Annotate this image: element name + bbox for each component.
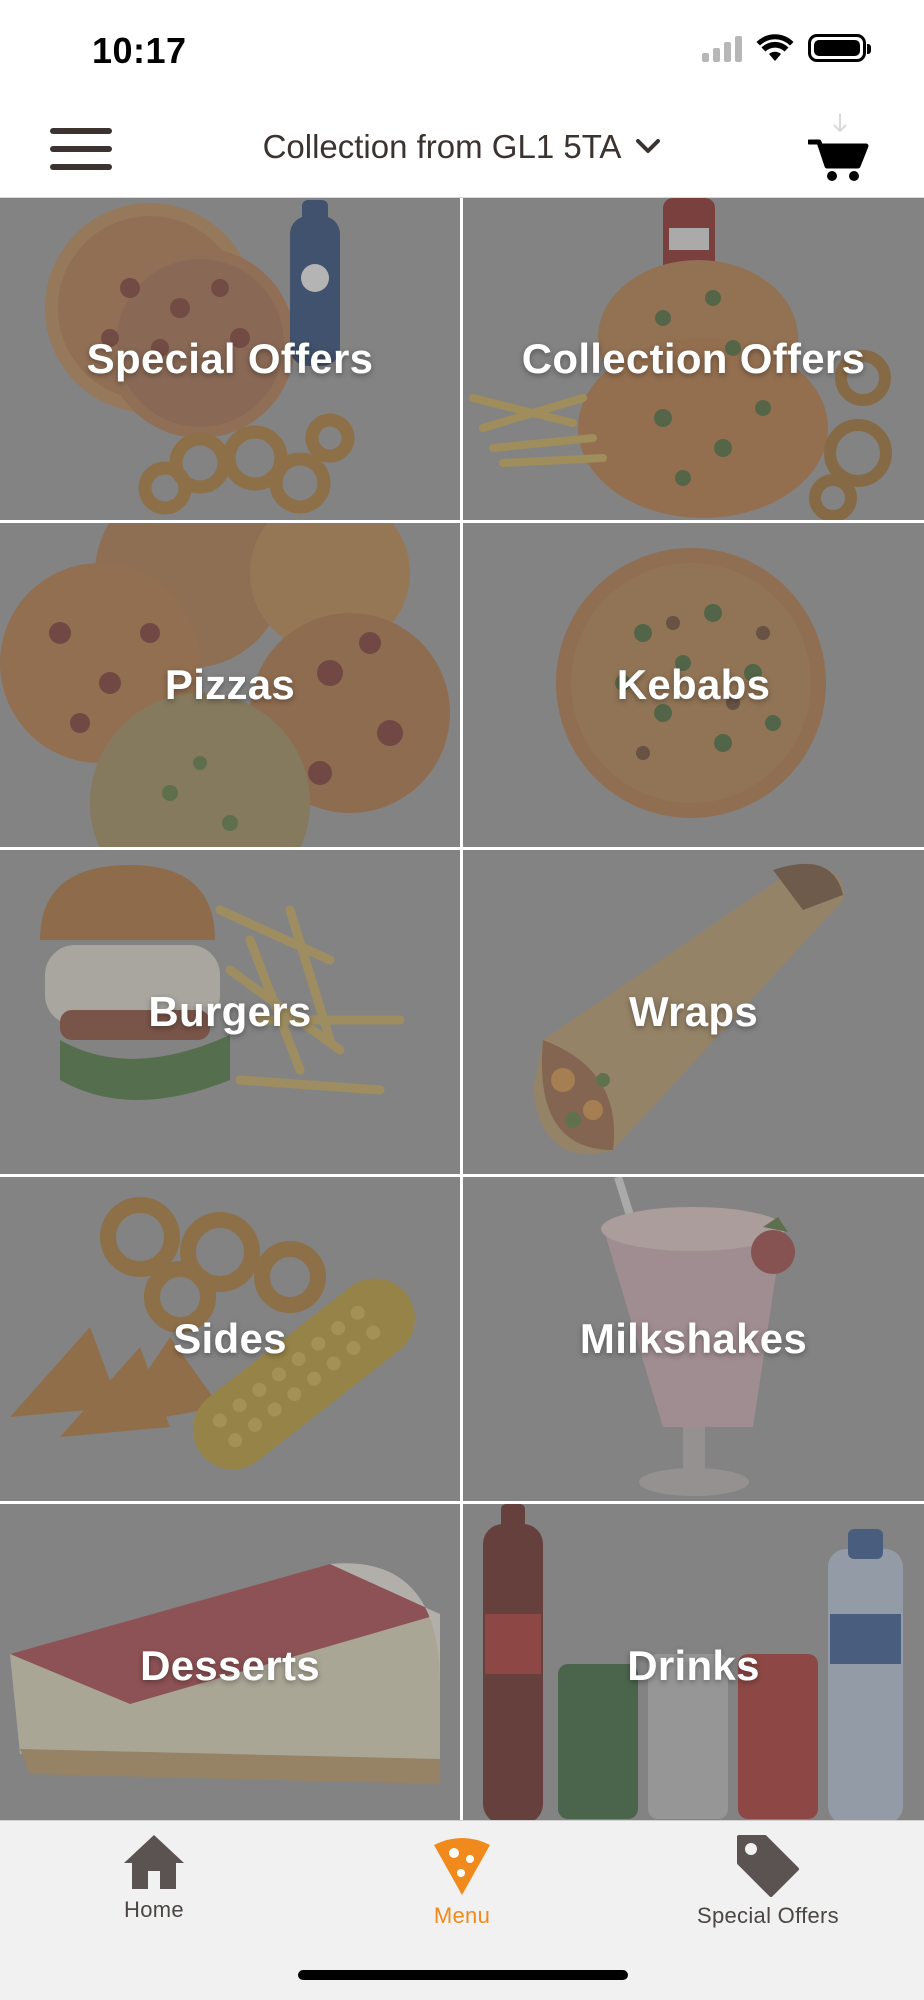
tab-home[interactable]: Home [44, 1833, 264, 1953]
category-tile-desserts[interactable]: Desserts [0, 1504, 460, 1828]
status-time: 10:17 [92, 30, 187, 71]
category-tile-sides[interactable]: Sides [0, 1177, 460, 1501]
collection-location-selector[interactable]: Collection from GL1 5TA [247, 128, 677, 166]
header: Collection from GL1 5TA [0, 100, 924, 198]
hamburger-menu-icon[interactable] [50, 128, 112, 170]
category-label: Milkshakes [579, 1315, 808, 1362]
tab-label: Special Offers [697, 1903, 839, 1928]
category-label: Special Offers [86, 335, 374, 382]
cellular-signal-icon [702, 34, 742, 62]
tab-label: Home [124, 1897, 184, 1922]
category-label: Sides [173, 1315, 287, 1362]
category-tile-wraps[interactable]: Wraps [463, 850, 924, 1174]
category-label: Pizzas [164, 661, 296, 708]
tab-menu[interactable]: Menu [352, 1833, 572, 1953]
tab-label: Menu [433, 1903, 491, 1928]
pizza-slice-icon [434, 1838, 490, 1895]
tab-special-offers[interactable]: Special Offers [658, 1833, 878, 1953]
category-tile-collection-offers[interactable]: Collection Offers [463, 198, 924, 520]
price-tag-icon [737, 1835, 799, 1897]
category-label: Drinks [627, 1642, 760, 1689]
category-tile-kebabs[interactable]: Kebabs [463, 523, 924, 847]
home-indicator [298, 1970, 628, 1980]
category-tile-drinks[interactable]: Drinks [463, 1504, 924, 1828]
category-tile-milkshakes[interactable]: Milkshakes [463, 1177, 924, 1501]
category-tile-special-offers[interactable]: Special Offers [0, 198, 460, 520]
category-tile-burgers[interactable]: Burgers [0, 850, 460, 1174]
chevron-down-icon [636, 139, 661, 153]
category-label: Wraps [628, 988, 759, 1035]
status-icons [702, 34, 871, 62]
category-tile-pizzas[interactable]: Pizzas [0, 523, 460, 847]
status-bar: 10:17 [0, 0, 924, 100]
category-label: Burgers [148, 988, 312, 1035]
category-label: Desserts [140, 1642, 320, 1689]
home-icon [124, 1835, 184, 1889]
category-grid: Special Offers Collection Offers Pizzas [0, 198, 924, 1828]
category-label: Kebabs [616, 661, 771, 708]
shopping-cart-icon[interactable] [806, 114, 870, 184]
category-label: Collection Offers [521, 335, 866, 382]
wifi-icon [756, 34, 794, 61]
location-label: Collection from GL1 5TA [262, 128, 622, 165]
battery-icon [808, 34, 871, 62]
